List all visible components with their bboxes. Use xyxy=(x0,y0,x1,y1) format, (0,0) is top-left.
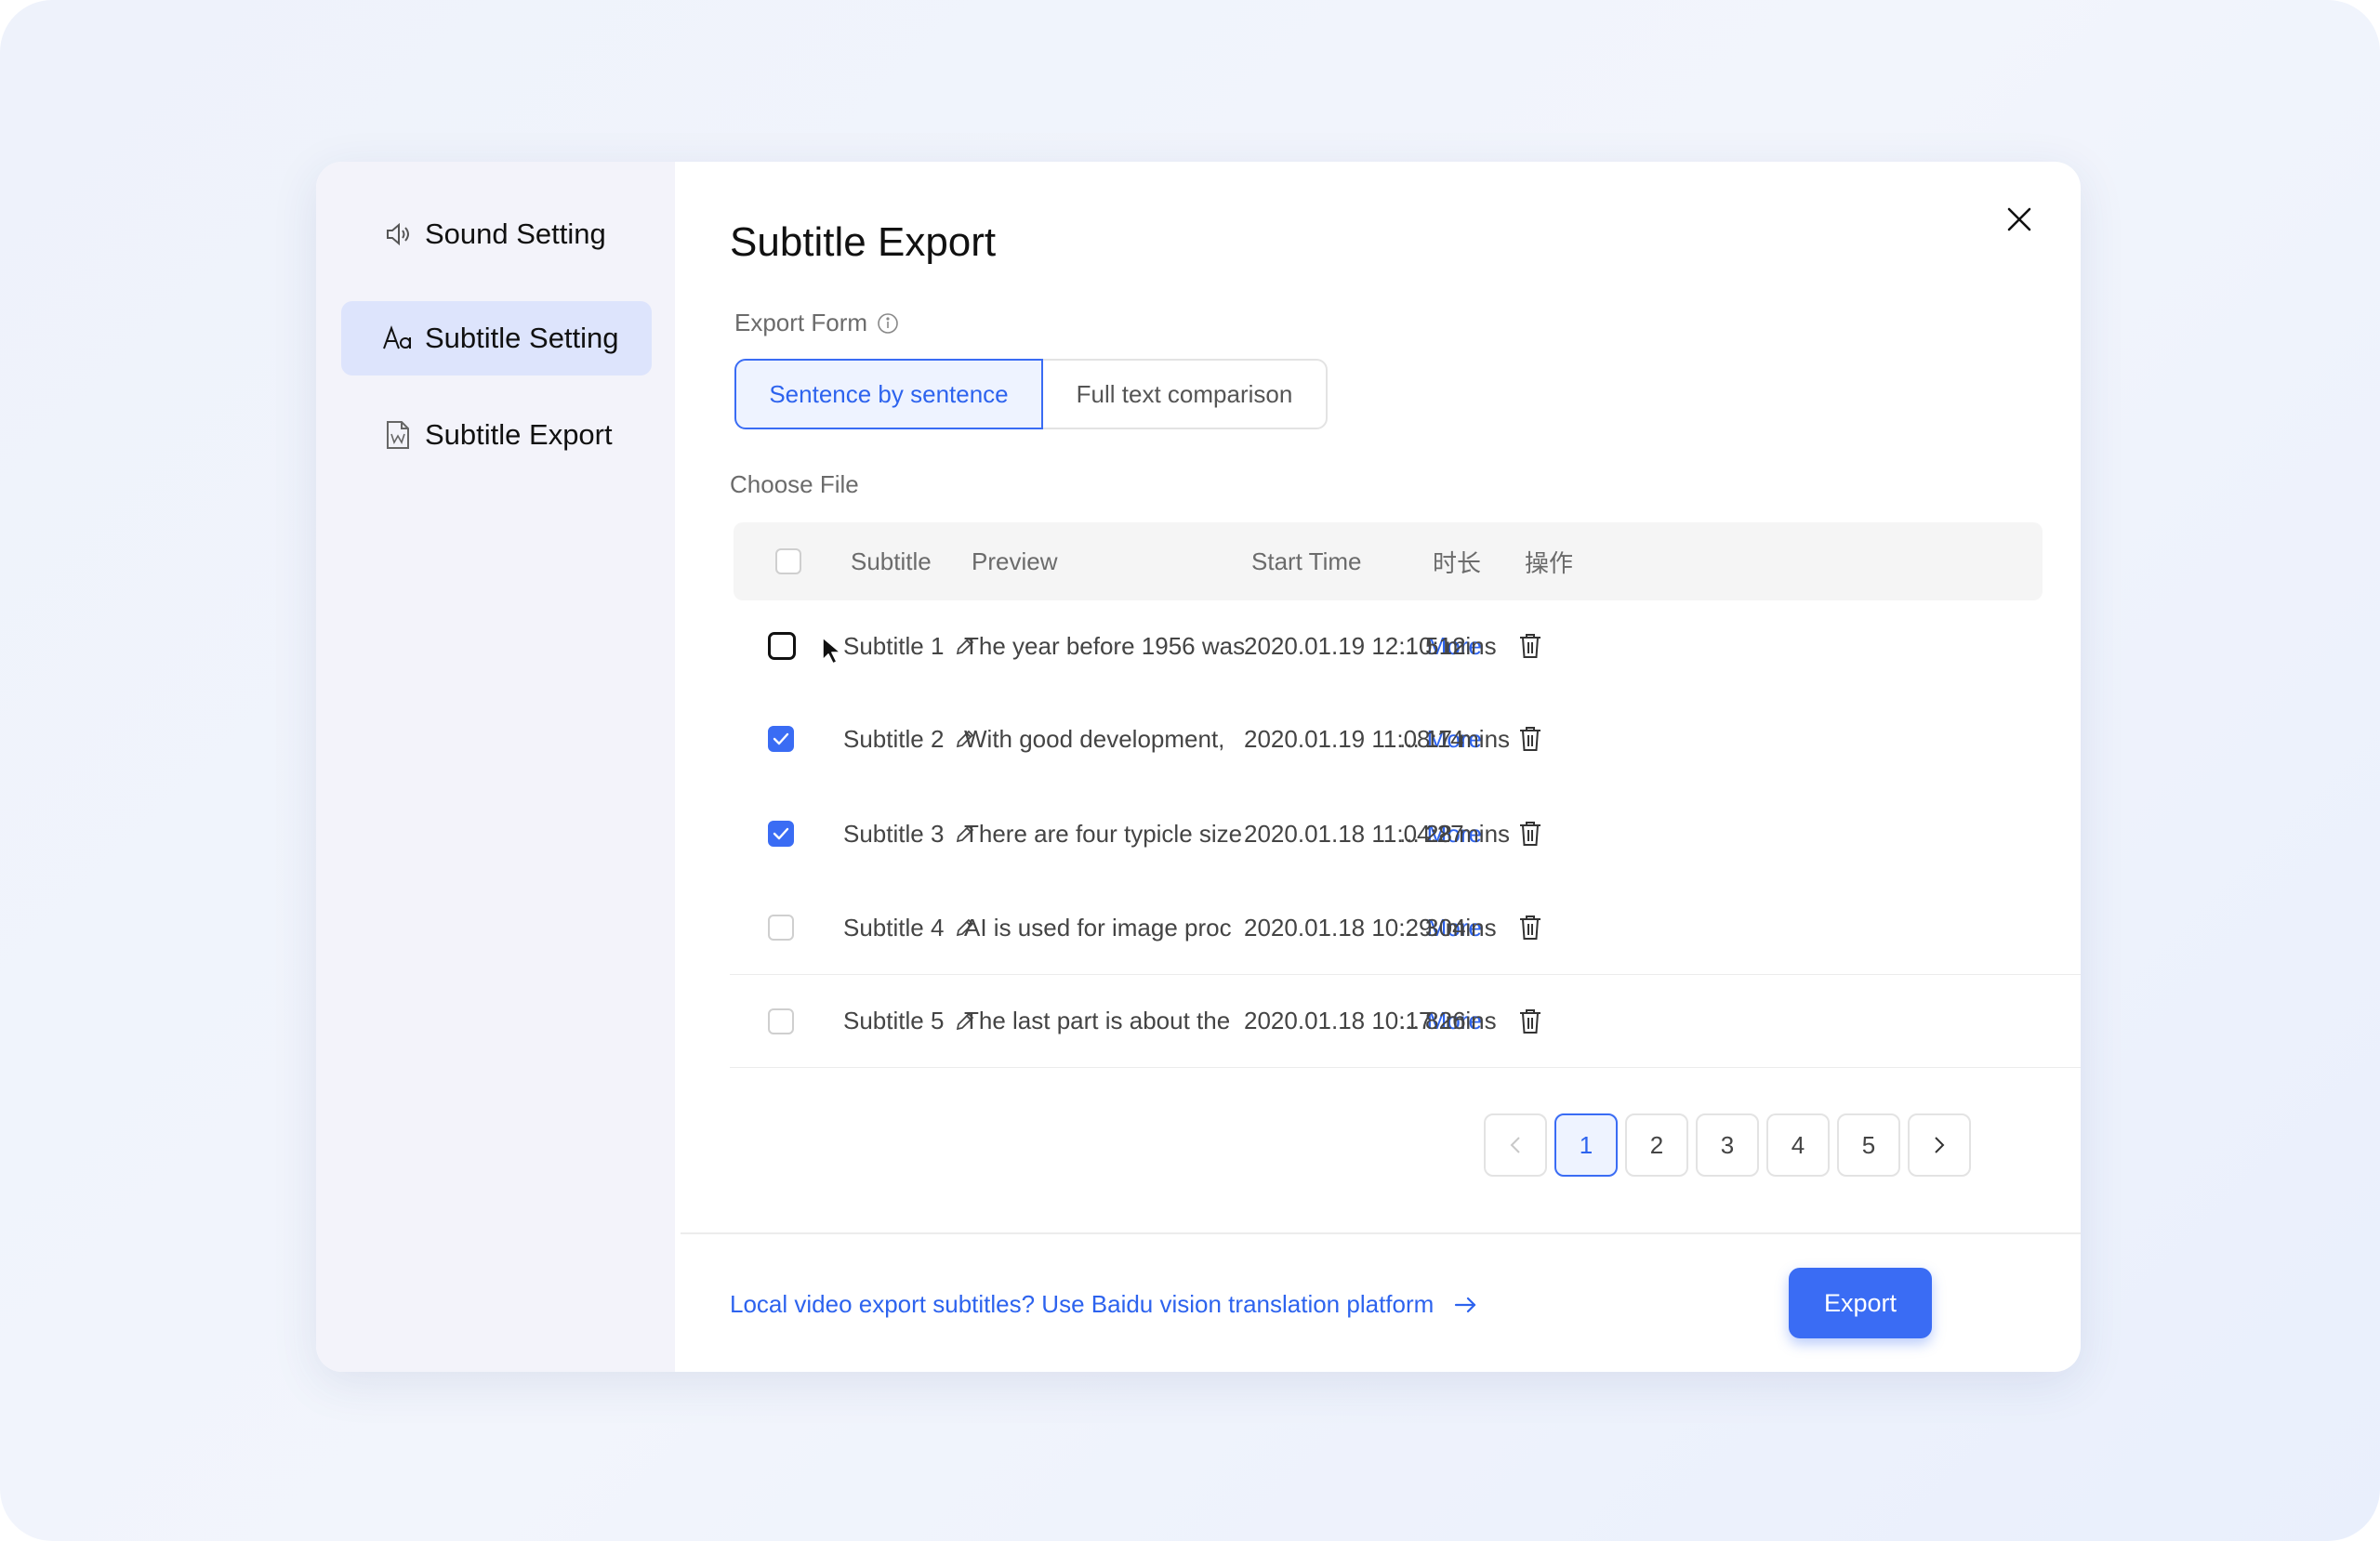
table-header: Subtitle Preview Start Time 时长 操作 xyxy=(734,522,2043,600)
checkmark-icon xyxy=(773,732,789,745)
sidebar-item-label: Sound Setting xyxy=(425,217,606,250)
table-row: Subtitle 1 The year before 1956 was ... … xyxy=(730,600,2081,691)
row-preview: With good development, xyxy=(964,691,1252,786)
subtitle-name-text: Subtitle 1 xyxy=(843,631,945,660)
trash-icon[interactable] xyxy=(1517,725,1543,753)
row-duration: 3 mins xyxy=(1425,913,1497,942)
preview-text: The year before 1956 was xyxy=(964,631,1246,660)
subtitle-name-text: Subtitle 5 xyxy=(843,1007,945,1034)
row-checkbox-cell xyxy=(768,600,841,691)
header-preview: Preview xyxy=(972,547,1058,575)
row-checkbox[interactable] xyxy=(768,821,794,847)
chevron-right-icon xyxy=(1935,1137,1945,1153)
row-duration: 17 mins xyxy=(1425,724,1511,753)
trash-icon[interactable] xyxy=(1517,820,1543,848)
row-preview: The year before 1956 was xyxy=(964,600,1252,691)
trash-icon[interactable] xyxy=(1517,632,1543,660)
header-duration: 时长 xyxy=(1433,548,1482,577)
preview-text: With good development, xyxy=(964,724,1225,753)
speaker-icon xyxy=(382,218,414,250)
close-icon xyxy=(2006,206,2032,232)
subtitle-name-text: Subtitle 2 xyxy=(843,724,945,753)
header-subtitle: Subtitle xyxy=(851,547,932,575)
trash-icon[interactable] xyxy=(1517,1008,1543,1035)
row-checkbox[interactable] xyxy=(768,915,794,941)
row-checkbox-cell xyxy=(768,786,794,881)
row-duration: 28 mins xyxy=(1425,819,1511,848)
row-checkbox[interactable] xyxy=(768,1008,794,1034)
row-operation xyxy=(1517,691,1543,786)
export-form-label-text: Export Form xyxy=(734,309,868,336)
sidebar-item-label: Subtitle Export xyxy=(425,418,613,451)
footer-link-text: Local video export subtitles? Use Baidu … xyxy=(730,1290,1435,1318)
header-select-all xyxy=(775,522,801,600)
export-form-label: Export Form xyxy=(734,309,899,337)
dialog-title: Subtitle Export xyxy=(730,219,997,265)
table-row: Subtitle 5 The last part is about the ..… xyxy=(730,974,2081,1067)
pagination: 1 2 3 4 5 xyxy=(1484,1113,1971,1177)
next-page-button[interactable] xyxy=(1908,1113,1971,1177)
row-subtitle-name: Subtitle 2 xyxy=(843,691,975,786)
preview-text: There are four typicle size xyxy=(964,819,1243,848)
sidebar-item-sound-setting[interactable]: Sound Setting xyxy=(341,197,652,271)
header-start-time: Start Time xyxy=(1251,547,1362,575)
chevron-left-icon xyxy=(1510,1137,1520,1153)
page-button-2[interactable]: 2 xyxy=(1625,1113,1688,1177)
table-row: Subtitle 4 AI is used for image proc ...… xyxy=(730,881,2081,974)
page-button-4[interactable]: 4 xyxy=(1766,1113,1830,1177)
row-operation xyxy=(1517,786,1543,881)
export-button[interactable]: Export xyxy=(1789,1268,1932,1338)
preview-text: The last part is about the xyxy=(964,1007,1231,1034)
word-file-icon xyxy=(382,419,414,451)
settings-sidebar: Sound Setting Subtitle Setting Subtitle … xyxy=(316,162,675,1372)
page-button-3[interactable]: 3 xyxy=(1696,1113,1759,1177)
row-checkbox-cell xyxy=(768,881,794,974)
row-subtitle-name: Subtitle 4 xyxy=(843,881,975,974)
sidebar-item-subtitle-setting[interactable]: Subtitle Setting xyxy=(341,301,652,375)
segment-sentence-by-sentence[interactable]: Sentence by sentence xyxy=(734,359,1043,429)
checkmark-icon xyxy=(773,827,789,840)
subtitle-table: Subtitle Preview Start Time 时长 操作 Subtit… xyxy=(730,522,2081,1068)
subtitle-name-text: Subtitle 4 xyxy=(843,913,945,942)
row-checkbox[interactable] xyxy=(768,726,794,752)
row-subtitle-name: Subtitle 1 xyxy=(843,600,975,691)
select-all-checkbox[interactable] xyxy=(775,548,801,574)
export-form-segmented-control: Sentence by sentence Full text compariso… xyxy=(734,359,1328,429)
segment-full-text-comparison[interactable]: Full text comparison xyxy=(1041,359,1328,429)
row-operation xyxy=(1517,881,1543,974)
subtitle-export-dialog: Sound Setting Subtitle Setting Subtitle … xyxy=(316,162,2081,1372)
table-row: Subtitle 3 There are four typicle size .… xyxy=(730,786,2081,881)
font-aa-icon xyxy=(382,323,414,354)
row-subtitle-name: Subtitle 5 xyxy=(843,975,975,1067)
row-checkbox[interactable] xyxy=(768,632,796,660)
header-operation: 操作 xyxy=(1525,548,1574,577)
footer-divider xyxy=(681,1232,2081,1234)
info-icon[interactable] xyxy=(877,312,899,335)
close-button[interactable] xyxy=(1995,195,2043,244)
row-subtitle-name: Subtitle 3 xyxy=(843,786,975,881)
main-panel: Subtitle Export Export Form Sentence by … xyxy=(675,162,2081,1372)
baidu-translation-link[interactable]: Local video export subtitles? Use Baidu … xyxy=(730,1290,1478,1319)
row-preview: The last part is about the xyxy=(964,975,1252,1067)
arrow-right-icon xyxy=(1454,1296,1478,1314)
table-row: Subtitle 2 With good development, ... Mo… xyxy=(730,691,2081,786)
row-duration: 5 mins xyxy=(1425,631,1497,660)
trash-icon[interactable] xyxy=(1517,914,1543,942)
choose-file-label: Choose File xyxy=(730,470,859,498)
table-bottom-divider xyxy=(730,1067,2081,1068)
row-preview: There are four typicle size xyxy=(964,786,1252,881)
page-button-1[interactable]: 1 xyxy=(1554,1113,1618,1177)
sidebar-item-label: Subtitle Setting xyxy=(425,322,619,354)
row-duration: 8 mins xyxy=(1425,1007,1497,1034)
row-checkbox-cell xyxy=(768,691,794,786)
prev-page-button[interactable] xyxy=(1484,1113,1547,1177)
row-operation xyxy=(1517,975,1543,1067)
row-operation xyxy=(1517,600,1543,691)
row-checkbox-cell xyxy=(768,975,794,1067)
subtitle-name-text: Subtitle 3 xyxy=(843,819,945,848)
row-preview: AI is used for image proc xyxy=(964,881,1252,974)
page-button-5[interactable]: 5 xyxy=(1837,1113,1900,1177)
preview-text: AI is used for image proc xyxy=(964,913,1232,942)
sidebar-item-subtitle-export[interactable]: Subtitle Export xyxy=(341,398,652,472)
